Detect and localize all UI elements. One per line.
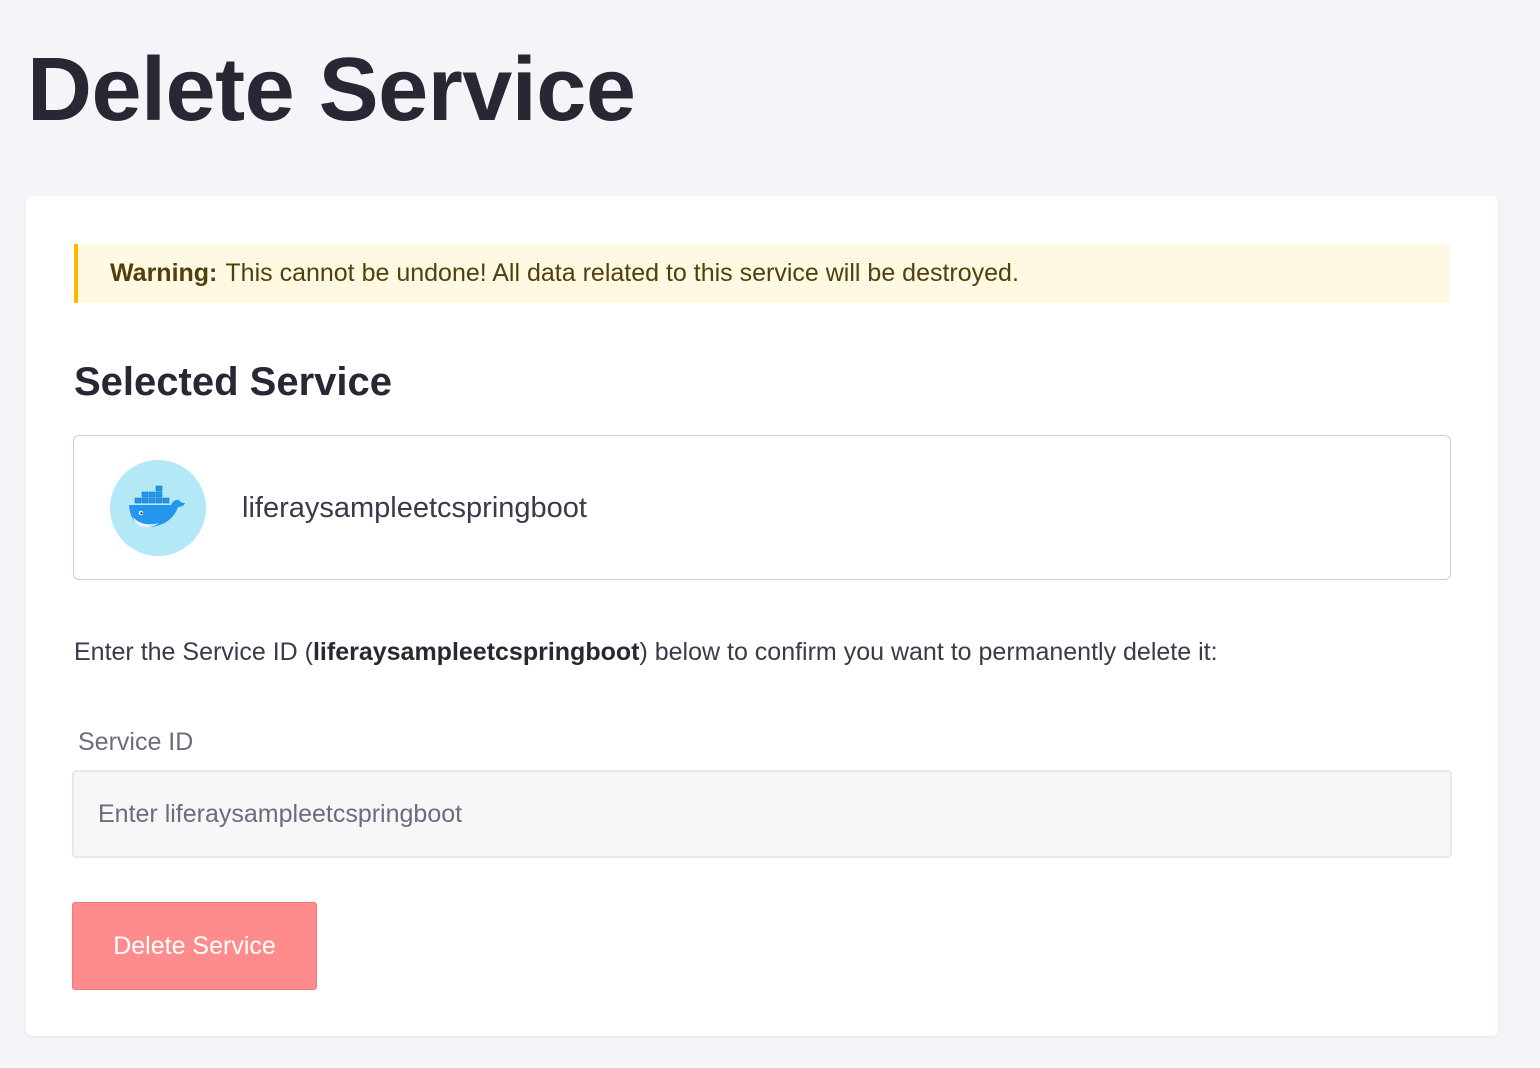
service-name: liferaysampleetcspringboot: [242, 492, 587, 524]
page-title: Delete Service: [27, 40, 636, 140]
confirm-instructions: Enter the Service ID (liferaysampleetcsp…: [74, 634, 1218, 670]
delete-service-card: Warning: This cannot be undone! All data…: [26, 196, 1498, 1036]
service-id-label: Service ID: [78, 728, 194, 756]
confirm-text-before: Enter the Service ID (: [74, 638, 313, 666]
selected-service-heading: Selected Service: [74, 360, 392, 404]
warning-message: This cannot be undone! All data related …: [225, 259, 1019, 287]
confirm-service-id: liferaysampleetcspringboot: [312, 638, 640, 666]
service-id-input[interactable]: [72, 770, 1452, 858]
confirm-text-after: ) below to confirm you want to permanent…: [639, 638, 1218, 666]
warning-alert: Warning: This cannot be undone! All data…: [74, 244, 1450, 303]
selected-service-box: liferaysampleetcspringboot: [73, 435, 1451, 580]
warning-lead: Warning:: [110, 259, 218, 287]
service-avatar: [110, 460, 206, 556]
docker-whale-icon: [129, 485, 185, 527]
delete-service-button[interactable]: Delete Service: [72, 902, 317, 990]
